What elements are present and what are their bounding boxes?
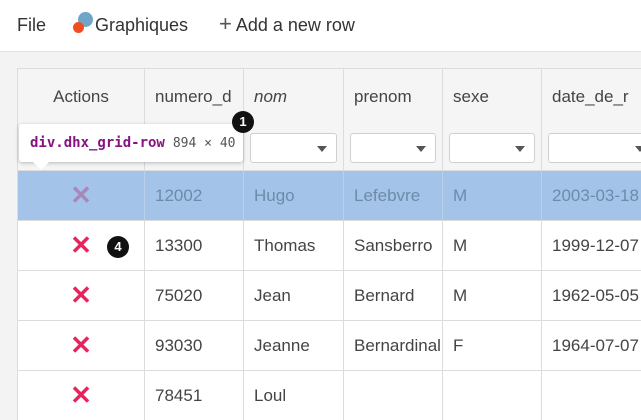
delete-row-icon[interactable]: ✕ — [70, 321, 92, 370]
cell-prenom[interactable] — [344, 371, 443, 420]
cell-nom[interactable]: Thomas — [244, 221, 344, 270]
cell-numero[interactable]: 78451 — [145, 371, 244, 420]
cell-nom[interactable]: Jeanne — [244, 321, 344, 370]
prenom-filter-select[interactable] — [350, 133, 436, 163]
cell-nom[interactable]: Jean — [244, 271, 344, 320]
date-filter-select[interactable] — [548, 133, 641, 163]
sexe-filter-select[interactable] — [449, 133, 535, 163]
plus-icon: + — [219, 11, 232, 36]
header-numero[interactable]: numero_d — [145, 69, 244, 125]
step-badge-1: 1 — [232, 111, 254, 133]
chevron-down-icon — [317, 146, 327, 152]
cell-date[interactable]: 1962-05-05 — [542, 271, 641, 320]
toolbar: File Graphiques + Add a new row — [0, 0, 641, 52]
cell-numero[interactable]: 12002 — [145, 171, 244, 220]
grid-area: Actions numero_d nom prenom sexe date_de… — [0, 52, 641, 420]
graphiques-button[interactable]: Graphiques — [73, 12, 189, 36]
table-row[interactable]: ✕ 93030 Jeanne Bernardinal F 1964-07-07 — [18, 321, 641, 371]
table-row[interactable]: ✕ 75020 Jean Bernard M 1962-05-05 — [18, 271, 641, 321]
cell-date[interactable]: 2003-03-18 — [542, 171, 641, 220]
filter-cell-prenom — [344, 125, 443, 170]
cell-sexe[interactable] — [443, 371, 542, 420]
tooltip-selector: div.dhx_grid-row — [30, 135, 165, 151]
tooltip-arrow — [33, 162, 49, 170]
cell-sexe[interactable]: M — [443, 221, 542, 270]
filter-cell-nom — [244, 125, 344, 170]
delete-row-icon[interactable]: ✕ — [70, 171, 92, 220]
table-row[interactable]: ✕ 12002 Hugo Lefebvre M 2003-03-18 — [18, 171, 641, 221]
header-sexe[interactable]: sexe — [443, 69, 542, 125]
cell-numero[interactable]: 93030 — [145, 321, 244, 370]
table-row[interactable]: ✕ 78451 Loul — [18, 371, 641, 420]
add-row-button[interactable]: + Add a new row — [219, 11, 355, 36]
cell-numero[interactable]: 75020 — [145, 271, 244, 320]
header-nom[interactable]: nom — [244, 69, 344, 125]
step-badge-4: 4 — [107, 236, 129, 258]
grid-header-row: Actions numero_d nom prenom sexe date_de… — [18, 69, 641, 125]
chevron-down-icon — [635, 146, 641, 152]
chevron-down-icon — [416, 146, 426, 152]
cell-prenom[interactable]: Sansberro — [344, 221, 443, 270]
nom-filter-select[interactable] — [250, 133, 337, 163]
filter-cell-date — [542, 125, 641, 170]
tooltip-dimensions: 894 × 40 — [172, 136, 236, 151]
cell-prenom[interactable]: Bernard — [344, 271, 443, 320]
cell-prenom[interactable]: Lefebvre — [344, 171, 443, 220]
filter-cell-sexe — [443, 125, 542, 170]
row-actions-cell: ✕ — [18, 171, 145, 220]
chart-bubbles-icon — [73, 12, 95, 33]
delete-row-icon[interactable]: ✕ — [70, 221, 92, 270]
row-actions-cell: ✕ — [18, 371, 145, 420]
cell-date[interactable]: 1999-12-07 — [542, 221, 641, 270]
cell-nom[interactable]: Hugo — [244, 171, 344, 220]
add-row-label: Add a new row — [235, 15, 355, 35]
file-menu[interactable]: File — [17, 15, 46, 36]
cell-sexe[interactable]: F — [443, 321, 542, 370]
devtools-element-tooltip: div.dhx_grid-row 894 × 40 — [19, 124, 243, 162]
row-actions-cell: ✕ — [18, 321, 145, 370]
header-prenom[interactable]: prenom — [344, 69, 443, 125]
cell-prenom[interactable]: Bernardinal — [344, 321, 443, 370]
cell-sexe[interactable]: M — [443, 171, 542, 220]
cell-nom[interactable]: Loul — [244, 371, 344, 420]
cell-sexe[interactable]: M — [443, 271, 542, 320]
header-actions[interactable]: Actions — [18, 69, 145, 125]
chevron-down-icon — [515, 146, 525, 152]
delete-row-icon[interactable]: ✕ — [70, 371, 92, 420]
row-actions-cell: ✕ — [18, 271, 145, 320]
cell-date[interactable]: 1964-07-07 — [542, 321, 641, 370]
delete-row-icon[interactable]: ✕ — [70, 271, 92, 320]
header-date[interactable]: date_de_r — [542, 69, 641, 125]
graphiques-label: Graphiques — [95, 15, 189, 35]
cell-numero[interactable]: 13300 — [145, 221, 244, 270]
cell-date[interactable] — [542, 371, 641, 420]
